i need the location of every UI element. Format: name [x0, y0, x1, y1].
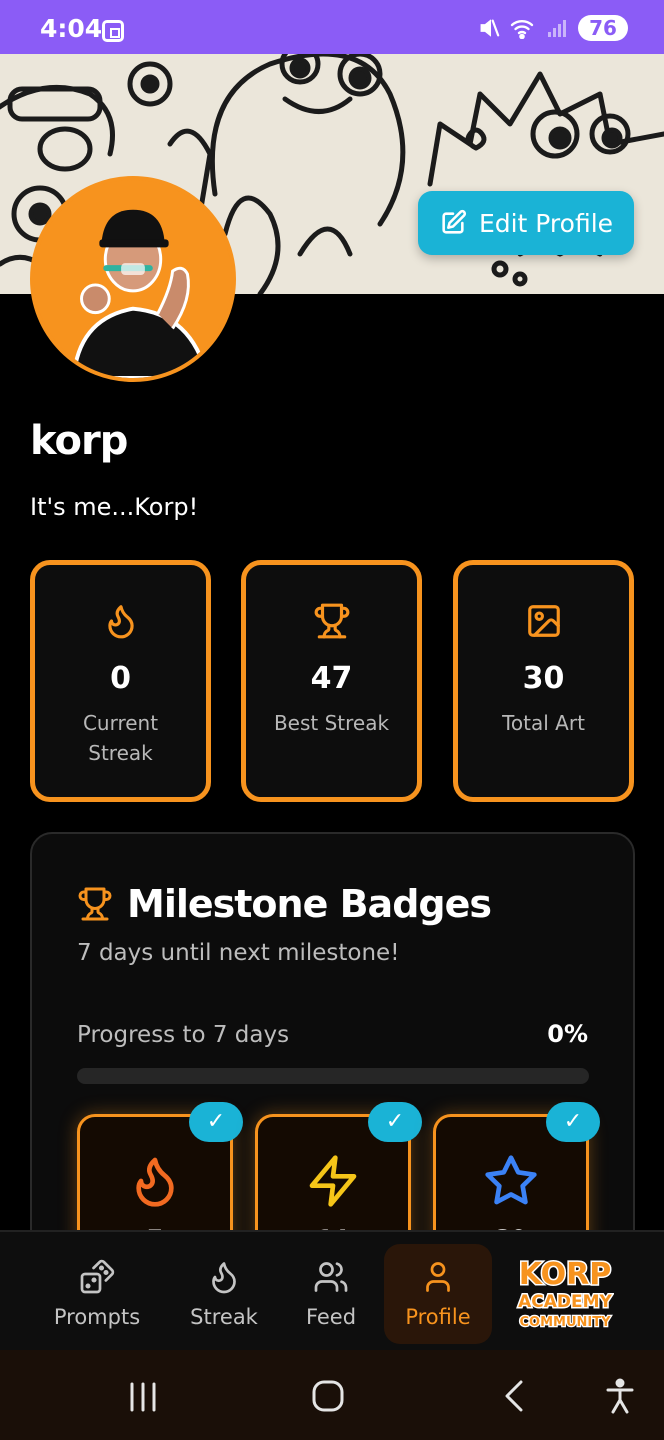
system-nav-bar — [0, 1350, 664, 1440]
nav-item-streak[interactable]: Streak — [170, 1244, 278, 1344]
avatar[interactable] — [30, 176, 236, 382]
bottom-nav: Prompts Streak Feed Profile KORP ACADEMY… — [0, 1230, 664, 1350]
mute-icon — [480, 19, 500, 37]
recent-apps-icon[interactable] — [123, 1378, 163, 1414]
milestone-title: Milestone Badges — [127, 882, 492, 926]
status-time: 4:04 — [40, 14, 103, 43]
milestone-header: Milestone Badges — [77, 882, 492, 926]
flame-icon — [212, 1262, 236, 1294]
wifi-icon — [510, 20, 534, 39]
stat-value: 30 — [522, 661, 565, 696]
badge-check-icon: ✓ — [368, 1102, 422, 1142]
progress-bar — [77, 1068, 589, 1084]
stat-label: Current Streak — [82, 711, 159, 765]
flame-icon — [107, 605, 134, 639]
stat-card-current-streak: 0 Current Streak — [30, 560, 211, 802]
username: korp — [30, 418, 128, 464]
nav-label: Profile — [405, 1305, 471, 1329]
nav-label: Streak — [190, 1305, 258, 1329]
nav-item-feed[interactable]: Feed — [277, 1244, 385, 1344]
stat-label: Best Streak — [273, 711, 390, 735]
user-icon — [426, 1262, 450, 1292]
nav-label: Prompts — [53, 1305, 141, 1329]
logo-line-3: COMMUNITY — [519, 1315, 611, 1330]
status-bar: 4:04 76 — [0, 0, 664, 54]
badge-check-icon: ✓ — [189, 1102, 243, 1142]
star-icon — [485, 1155, 537, 1205]
nav-item-prompts[interactable]: Prompts — [43, 1244, 151, 1344]
trophy-icon — [314, 603, 349, 639]
dice-icon — [80, 1259, 115, 1294]
progress-label: Progress to 7 days — [77, 1022, 290, 1048]
flame-icon — [136, 1157, 174, 1207]
progress-percent: 0% — [547, 1020, 588, 1048]
stat-label: Total Art — [502, 711, 585, 735]
trophy-icon — [78, 887, 112, 921]
edit-profile-label: Edit Profile — [478, 208, 614, 238]
accessibility-icon[interactable] — [600, 1378, 640, 1414]
bio: It's me...Korp! — [30, 493, 199, 521]
users-icon — [314, 1262, 348, 1292]
milestone-subtitle: 7 days until next milestone! — [77, 940, 400, 966]
battery-level: 76 — [578, 15, 628, 41]
nav-label: Feed — [305, 1305, 357, 1329]
edit-icon — [442, 209, 466, 234]
stat-card-best-streak: 47 Best Streak — [241, 560, 422, 802]
image-icon — [527, 605, 560, 637]
screenshot-icon — [102, 20, 124, 42]
milestone-badges-card: Milestone Badges 7 days until next miles… — [30, 832, 635, 1252]
status-icons: 76 — [478, 15, 628, 41]
back-icon[interactable] — [495, 1378, 535, 1414]
logo-line-1: KORP — [519, 1257, 612, 1292]
badge-check-icon: ✓ — [546, 1102, 600, 1142]
logo-line-2: ACADEMY — [518, 1292, 612, 1312]
home-icon[interactable] — [308, 1378, 348, 1414]
stat-card-total-art: 30 Total Art — [453, 560, 634, 802]
signal-icon — [548, 20, 566, 37]
korp-academy-logo[interactable]: KORP ACADEMY COMMUNITY — [516, 1254, 614, 1332]
stat-value: 47 — [310, 661, 353, 696]
nav-item-profile[interactable]: Profile — [384, 1244, 492, 1344]
edit-profile-button[interactable]: Edit Profile — [418, 191, 634, 255]
stat-value: 0 — [110, 661, 131, 696]
lightning-icon — [309, 1155, 357, 1207]
